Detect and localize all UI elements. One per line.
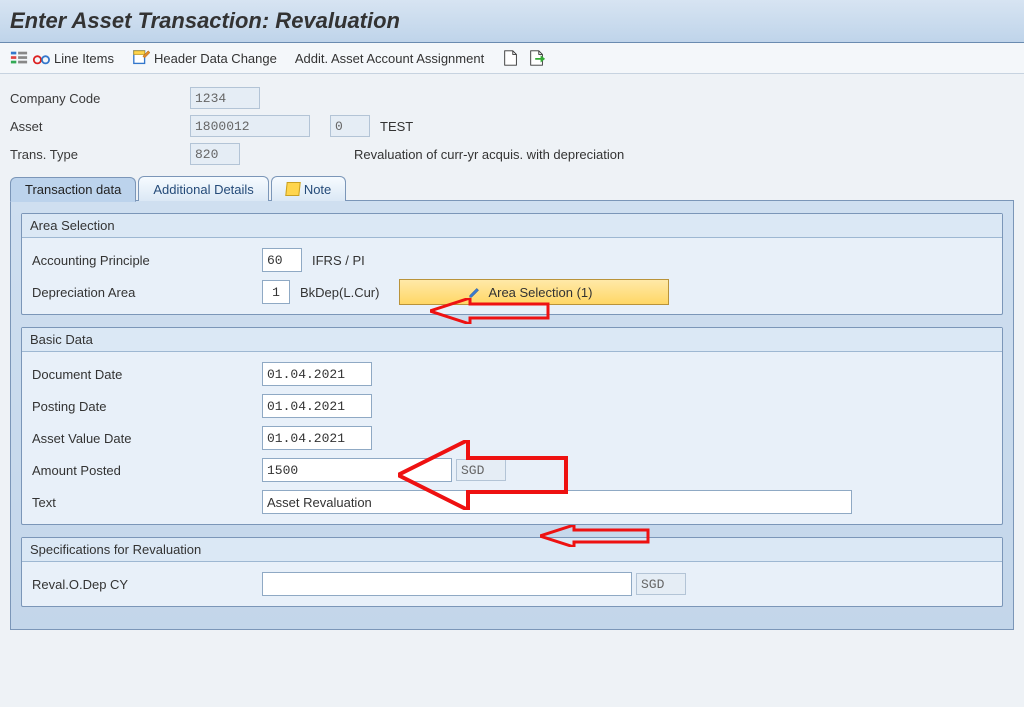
header-change-icon bbox=[132, 49, 150, 67]
text-field[interactable] bbox=[262, 490, 852, 514]
group-basic-data: Basic Data Document Date Posting Date As… bbox=[21, 327, 1003, 525]
amount-posted-field[interactable] bbox=[262, 458, 452, 482]
area-selection-button[interactable]: Area Selection (1) bbox=[399, 279, 669, 305]
depreciation-area-field[interactable] bbox=[262, 280, 290, 304]
addit-asset-assignment-label: Addit. Asset Account Assignment bbox=[295, 51, 484, 66]
page-title: Enter Asset Transaction: Revaluation bbox=[10, 8, 1014, 34]
amount-posted-label: Amount Posted bbox=[32, 463, 262, 478]
reval-odep-cy-label: Reval.O.Dep CY bbox=[32, 577, 262, 592]
group-specifications: Specifications for Revaluation Reval.O.D… bbox=[21, 537, 1003, 607]
header-data-change-button[interactable]: Header Data Change bbox=[132, 49, 277, 67]
posting-date-field[interactable] bbox=[262, 394, 372, 418]
group-basic-data-title: Basic Data bbox=[22, 328, 1002, 352]
title-bar: Enter Asset Transaction: Revaluation bbox=[0, 0, 1024, 43]
glasses-icon bbox=[32, 49, 50, 67]
toolbar: Line Items Header Data Change Addit. Ass… bbox=[0, 43, 1024, 74]
page-forward-icon bbox=[528, 49, 546, 67]
document-date-field[interactable] bbox=[262, 362, 372, 386]
trans-type-desc: Revaluation of curr-yr acquis. with depr… bbox=[354, 147, 624, 162]
line-items-icon bbox=[10, 49, 28, 67]
accounting-principle-field[interactable] bbox=[262, 248, 302, 272]
page-icon bbox=[502, 49, 520, 67]
area-selection-button-label: Area Selection (1) bbox=[488, 285, 592, 300]
header-form: Company Code Asset TEST Trans. Type Reva… bbox=[0, 74, 1024, 176]
page-forward-button[interactable] bbox=[528, 49, 546, 67]
company-code-label: Company Code bbox=[10, 91, 190, 106]
addit-asset-assignment-button[interactable]: Addit. Asset Account Assignment bbox=[295, 51, 484, 66]
header-data-change-label: Header Data Change bbox=[154, 51, 277, 66]
document-date-label: Document Date bbox=[32, 367, 262, 382]
asset-sub-field bbox=[330, 115, 370, 137]
reval-odep-cy-currency bbox=[636, 573, 686, 595]
asset-value-date-label: Asset Value Date bbox=[32, 431, 262, 446]
tab-note-label: Note bbox=[304, 182, 331, 197]
group-area-selection-title: Area Selection bbox=[22, 214, 1002, 238]
note-icon bbox=[285, 182, 300, 196]
tab-transaction-data-label: Transaction data bbox=[25, 182, 121, 197]
page-new-button[interactable] bbox=[502, 49, 520, 67]
line-items-button[interactable]: Line Items bbox=[10, 49, 114, 67]
depreciation-area-label: Depreciation Area bbox=[32, 285, 262, 300]
line-items-label: Line Items bbox=[54, 51, 114, 66]
asset-value-date-field[interactable] bbox=[262, 426, 372, 450]
company-code-field bbox=[190, 87, 260, 109]
tab-body: Area Selection Accounting Principle IFRS… bbox=[10, 200, 1014, 630]
depreciation-area-desc: BkDep(L.Cur) bbox=[300, 285, 379, 300]
asset-desc: TEST bbox=[380, 119, 413, 134]
tabstrip: Transaction data Additional Details Note bbox=[10, 176, 1014, 201]
tab-additional-details-label: Additional Details bbox=[153, 182, 253, 197]
trans-type-field bbox=[190, 143, 240, 165]
accounting-principle-desc: IFRS / PI bbox=[312, 253, 365, 268]
reval-odep-cy-field[interactable] bbox=[262, 572, 632, 596]
text-label: Text bbox=[32, 495, 262, 510]
tab-note[interactable]: Note bbox=[271, 176, 346, 201]
tab-additional-details[interactable]: Additional Details bbox=[138, 176, 268, 201]
asset-label: Asset bbox=[10, 119, 190, 134]
pencil-icon bbox=[468, 285, 482, 299]
asset-field bbox=[190, 115, 310, 137]
accounting-principle-label: Accounting Principle bbox=[32, 253, 262, 268]
tab-transaction-data[interactable]: Transaction data bbox=[10, 177, 136, 202]
trans-type-label: Trans. Type bbox=[10, 147, 190, 162]
posting-date-label: Posting Date bbox=[32, 399, 262, 414]
tabs-container: Transaction data Additional Details Note… bbox=[0, 176, 1024, 641]
group-area-selection: Area Selection Accounting Principle IFRS… bbox=[21, 213, 1003, 315]
amount-posted-currency bbox=[456, 459, 506, 481]
group-specifications-title: Specifications for Revaluation bbox=[22, 538, 1002, 562]
